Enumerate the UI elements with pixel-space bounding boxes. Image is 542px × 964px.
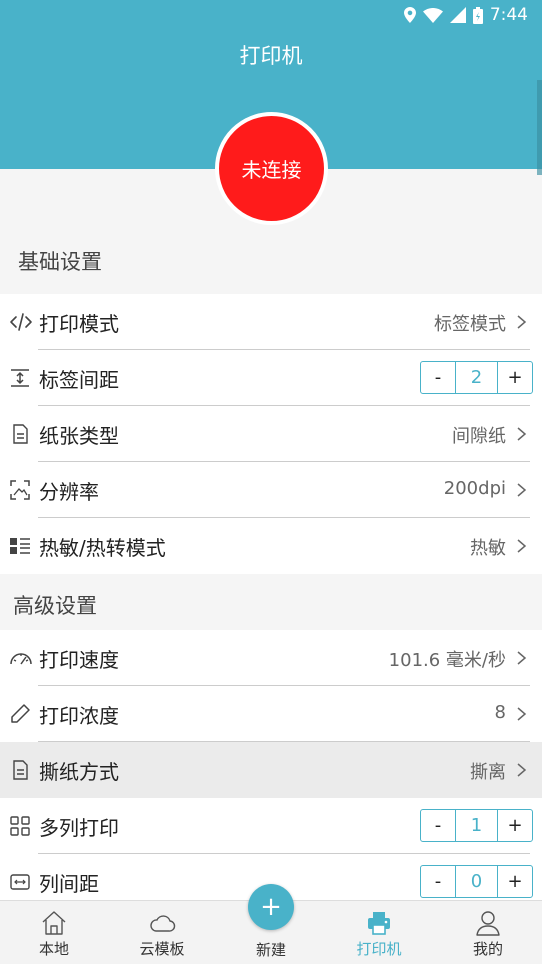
increment-button[interactable]: +	[498, 810, 532, 841]
document-icon	[9, 423, 31, 445]
code-icon	[9, 311, 32, 333]
pencil-icon	[9, 703, 31, 725]
tab-printer[interactable]: 打印机	[325, 901, 433, 964]
decrement-button[interactable]: -	[421, 810, 455, 841]
row-tear-mode[interactable]: 撕纸方式 撕离	[0, 742, 542, 798]
row-print-mode[interactable]: 打印模式 标签模式	[0, 294, 542, 350]
tab-mine[interactable]: 我的	[434, 901, 542, 964]
row-value: 间隙纸	[452, 426, 506, 447]
decrement-button[interactable]: -	[421, 362, 455, 393]
speedometer-icon	[9, 647, 32, 669]
chevron-right-icon	[514, 482, 528, 498]
increment-button[interactable]: +	[498, 866, 532, 897]
plus-icon: +	[260, 892, 282, 922]
section-title-advanced: 高级设置	[13, 594, 97, 618]
row-value: 标签模式	[434, 314, 506, 335]
row-value: 撕离	[470, 762, 506, 783]
tab-local[interactable]: 本地	[0, 901, 108, 964]
connection-status-label: 未连接	[241, 158, 302, 182]
row-label: 打印速度	[39, 648, 119, 672]
status-time: 7:44	[489, 5, 528, 25]
row-print-density[interactable]: 打印浓度 8	[0, 686, 542, 742]
signal-icon	[449, 7, 466, 23]
row-value: 热敏	[470, 538, 506, 559]
stepper-value[interactable]: 0	[455, 866, 498, 897]
new-button[interactable]: +	[248, 884, 294, 930]
page-title: 打印机	[239, 44, 303, 68]
chevron-right-icon	[514, 426, 528, 442]
label-gap-stepper: - 2 +	[420, 361, 533, 394]
gap-icon	[9, 367, 31, 389]
document-icon	[9, 759, 31, 781]
connection-status-button[interactable]: 未连接	[215, 112, 328, 225]
grid-icon	[9, 815, 31, 837]
user-icon	[474, 909, 502, 937]
location-icon	[403, 7, 416, 23]
row-print-speed[interactable]: 打印速度 101.6 毫米/秒	[0, 630, 542, 686]
row-value: 8	[494, 702, 506, 723]
row-paper-type[interactable]: 纸张类型 间隙纸	[0, 406, 542, 462]
column-gap-stepper: - 0 +	[420, 865, 533, 898]
wifi-icon	[422, 7, 443, 23]
row-value: 200dpi	[443, 478, 506, 499]
row-label: 标签间距	[39, 368, 119, 392]
row-label: 打印浓度	[39, 704, 119, 728]
cloud-icon	[148, 909, 176, 937]
resolution-icon	[9, 479, 31, 501]
row-label: 列间距	[39, 872, 99, 896]
chevron-right-icon	[514, 538, 528, 554]
status-icons: 7:44	[403, 5, 528, 25]
row-label: 热敏/热转模式	[39, 536, 166, 560]
row-label: 打印模式	[39, 312, 119, 336]
row-thermal-mode[interactable]: 热敏/热转模式 热敏	[0, 518, 542, 574]
increment-button[interactable]: +	[498, 362, 532, 393]
stepper-value[interactable]: 1	[455, 810, 498, 841]
printer-icon	[365, 909, 393, 937]
section-title-basic: 基础设置	[18, 250, 102, 274]
tab-label: 我的	[472, 940, 503, 958]
chevron-right-icon	[514, 314, 528, 330]
row-resolution[interactable]: 分辨率 200dpi	[0, 462, 542, 518]
scrollbar[interactable]	[537, 80, 542, 175]
row-label: 多列打印	[39, 816, 119, 840]
chevron-right-icon	[514, 706, 528, 722]
row-label: 撕纸方式	[39, 760, 119, 784]
row-value: 101.6 毫米/秒	[388, 650, 506, 671]
tab-label: 云模板	[139, 940, 185, 958]
tab-label: 新建	[255, 941, 286, 959]
column-gap-icon	[9, 871, 31, 893]
tab-cloud-templates[interactable]: 云模板	[108, 901, 216, 964]
chevron-right-icon	[514, 650, 528, 666]
row-label: 纸张类型	[39, 424, 119, 448]
list-icon	[9, 535, 31, 557]
multi-column-stepper: - 1 +	[420, 809, 533, 842]
battery-icon	[472, 6, 483, 24]
chevron-right-icon	[514, 762, 528, 778]
tab-label: 打印机	[356, 940, 402, 958]
row-label-gap: 标签间距 - 2 +	[0, 350, 542, 406]
tab-label: 本地	[38, 940, 69, 958]
row-multi-column: 多列打印 - 1 +	[0, 798, 542, 854]
row-label: 分辨率	[39, 480, 99, 504]
stepper-value[interactable]: 2	[455, 362, 498, 393]
status-bar: 7:44	[0, 0, 542, 30]
home-icon	[40, 909, 68, 937]
decrement-button[interactable]: -	[421, 866, 455, 897]
